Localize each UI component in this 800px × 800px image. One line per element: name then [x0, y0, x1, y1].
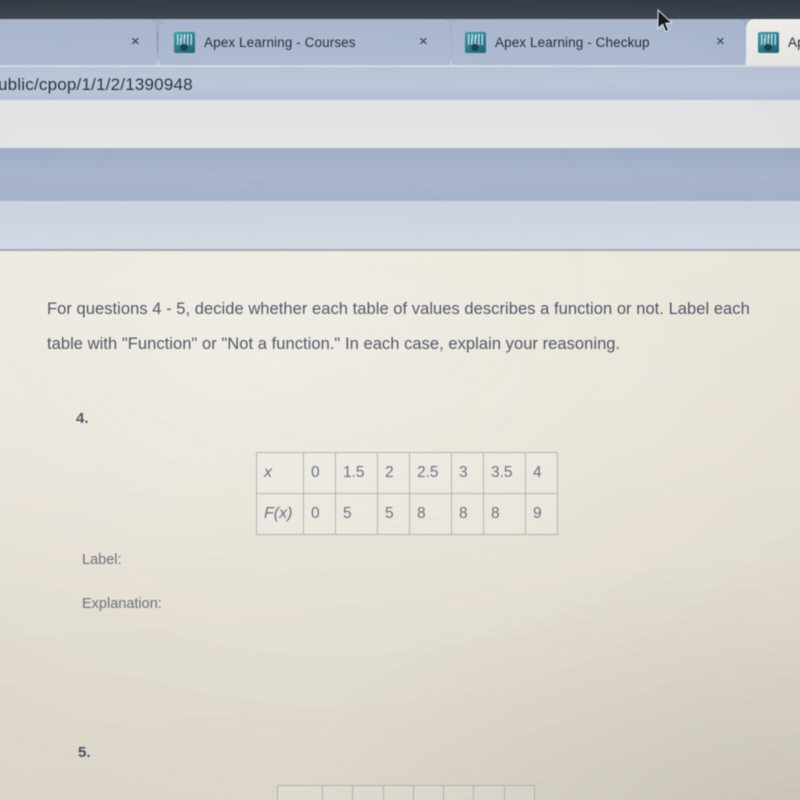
page-band-header — [0, 150, 800, 201]
page-band-toolbar — [0, 100, 800, 148]
tab-title-3: Ap — [788, 34, 800, 50]
arrow-pointer-icon — [657, 9, 674, 33]
address-bar-value[interactable]: ublic/cpop/1/1/2/1390948 — [0, 75, 193, 95]
table-row: x 0 1.5 2 2.5 3 3.5 4 — [256, 452, 558, 494]
table-row — [277, 785, 535, 800]
table-cell: 9 — [525, 493, 558, 535]
values-table-question-4: x 0 1.5 2 2.5 3 3.5 4 F(x) 0 5 5 8 8 8 9 — [256, 452, 558, 535]
table-cell — [382, 785, 414, 800]
page-band-subheader — [0, 201, 800, 249]
table-row-header-fx: F(x) — [256, 493, 304, 535]
table-cell: 0 — [303, 493, 336, 535]
table-cell: 5 — [335, 493, 378, 535]
tab-close-button-1[interactable]: × — [419, 34, 428, 49]
tab-close-button-0[interactable]: × — [131, 34, 140, 49]
table-cell — [322, 785, 354, 800]
table-cell — [473, 785, 505, 800]
table-cell: 8 — [409, 493, 452, 535]
table-cell: 2.5 — [409, 452, 452, 494]
question-number-4: 4. — [76, 410, 89, 427]
tab-close-button-2[interactable]: × — [716, 34, 725, 49]
table-row: F(x) 0 5 5 8 8 8 9 — [256, 493, 558, 535]
table-cell: 3 — [451, 452, 484, 494]
table-cell: 8 — [483, 493, 526, 535]
browser-screenshot: g × Apex Learning - Courses × Apex Learn… — [0, 0, 800, 800]
worksheet-instructions: For questions 4 - 5, decide whether each… — [47, 300, 750, 353]
values-table-question-5-clipped — [277, 785, 535, 800]
table-cell: 8 — [451, 493, 484, 535]
table-cell — [352, 785, 384, 800]
question-number-5: 5. — [78, 744, 91, 761]
table-row-header-x: x — [256, 452, 304, 494]
table-cell — [503, 785, 535, 800]
label-field-caption: Label: — [82, 552, 122, 568]
tab-title-2: Apex Learning - Checkup — [495, 34, 650, 50]
table-cell: 1.5 — [335, 452, 378, 494]
table-cell: 4 — [525, 452, 558, 494]
table-cell — [443, 785, 475, 800]
table-cell — [412, 785, 445, 800]
apex-favicon-icon-2 — [465, 31, 486, 53]
table-cell: 2 — [377, 452, 410, 494]
table-row-header-x — [277, 785, 324, 800]
apex-favicon-icon-1 — [174, 31, 195, 53]
browser-tab-3[interactable]: Ap — [746, 19, 800, 65]
table-cell: 5 — [377, 493, 410, 535]
tab-title-1: Apex Learning - Courses — [204, 34, 356, 50]
window-titlebar-strip — [0, 0, 800, 19]
values-table-question-5 — [277, 785, 535, 800]
browser-tab-2[interactable]: Apex Learning - Checkup — [452, 19, 745, 65]
apex-favicon-icon-3 — [758, 31, 779, 53]
explanation-field-caption: Explanation: — [82, 596, 162, 612]
table-cell: 0 — [303, 452, 336, 494]
browser-tab-1[interactable]: Apex Learning - Courses — [160, 19, 450, 65]
tab-separator-0 — [157, 31, 158, 53]
table-cell: 3.5 — [483, 452, 526, 494]
